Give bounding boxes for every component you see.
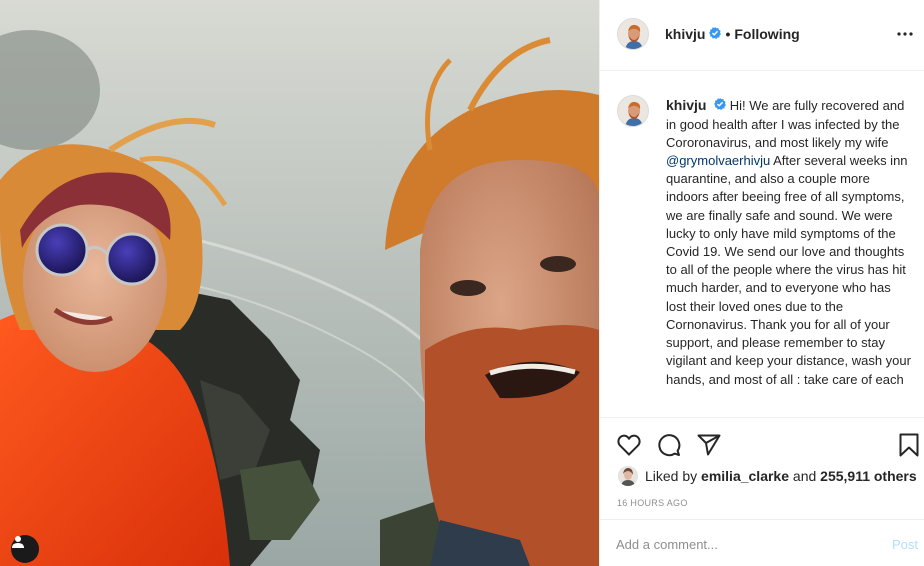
following-button[interactable]: Following	[734, 26, 799, 42]
verified-badge-icon	[709, 26, 722, 42]
bookmark-icon	[899, 433, 919, 457]
caption-mention-link[interactable]: @grymolvaerhivju	[666, 153, 770, 168]
liker-username[interactable]: emilia_clarke	[701, 468, 789, 484]
post-caption: khivju Hi! We are fully recovered and in…	[666, 96, 911, 389]
comment-composer: Add a comment... Post	[600, 519, 924, 566]
post-header: khivju • Following	[600, 0, 924, 71]
photo-image	[0, 0, 599, 566]
caption-text-continued: After several weeks inn quarantine, and …	[666, 153, 911, 387]
comment-button[interactable]	[656, 432, 682, 458]
tagged-users-button[interactable]	[11, 535, 39, 563]
post-timestamp[interactable]: 16 HOURS AGO	[617, 498, 688, 508]
comments-area[interactable]: khivju Hi! We are fully recovered and in…	[600, 71, 924, 417]
post-photo[interactable]	[0, 0, 599, 566]
header-line: khivju • Following	[665, 26, 800, 42]
more-options-icon	[897, 32, 913, 36]
caption-username[interactable]: khivju	[666, 97, 706, 113]
person-icon	[12, 536, 24, 548]
share-button[interactable]	[696, 432, 722, 458]
verified-badge-icon	[714, 97, 727, 115]
like-button[interactable]	[616, 432, 642, 458]
author-avatar[interactable]	[617, 18, 649, 50]
liker-avatar[interactable]	[618, 466, 638, 486]
more-options-button[interactable]	[893, 22, 917, 46]
caption-avatar[interactable]	[617, 95, 649, 127]
post-actions: Liked by emilia_clarke and 255,911 other…	[600, 417, 924, 566]
share-icon	[697, 434, 721, 456]
likes-count[interactable]: 255,911 others	[820, 468, 917, 484]
likes-prefix: Liked by	[645, 468, 698, 484]
heart-icon	[617, 434, 641, 456]
comment-icon	[658, 434, 681, 457]
post-side-panel: khivju • Following khivju Hi! We are ful…	[599, 0, 924, 566]
post-comment-button[interactable]: Post	[892, 537, 918, 552]
header-separator: •	[725, 26, 731, 42]
likes-summary: Liked by emilia_clarke and 255,911 other…	[618, 466, 917, 486]
likes-conjunction: and	[792, 468, 817, 484]
save-button[interactable]	[896, 432, 922, 458]
author-username[interactable]: khivju	[665, 26, 705, 42]
comment-input[interactable]: Add a comment...	[616, 537, 866, 552]
